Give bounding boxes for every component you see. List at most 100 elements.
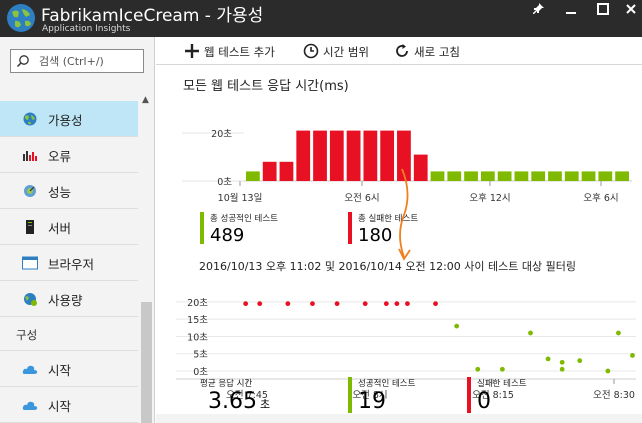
plus-icon bbox=[185, 44, 199, 58]
point-success bbox=[528, 330, 533, 336]
sidebar-item-label: 가용성 bbox=[48, 113, 83, 128]
refresh-icon bbox=[396, 44, 408, 57]
bar-success bbox=[430, 171, 445, 181]
bar-success bbox=[246, 171, 260, 181]
x-tick-label: 오후 12시 bbox=[469, 193, 510, 204]
x-tick-label: 오전 8:30 bbox=[593, 390, 635, 401]
point-success bbox=[454, 323, 460, 329]
bar-failure bbox=[262, 161, 277, 181]
bar-success bbox=[581, 171, 596, 181]
failed-indicator bbox=[467, 377, 471, 413]
sidebar-item-label: 서버 bbox=[48, 221, 72, 236]
browser-icon bbox=[22, 256, 38, 270]
search-box[interactable] bbox=[10, 49, 144, 73]
close-icon[interactable] bbox=[620, 2, 642, 24]
bar-success bbox=[497, 171, 512, 181]
point-success bbox=[616, 330, 621, 336]
sidebar-item-label: 브라우저 bbox=[48, 257, 95, 272]
bar-success bbox=[598, 171, 613, 181]
avg-response-value: 3.65 bbox=[208, 389, 257, 414]
failed-value: 0 bbox=[477, 389, 491, 414]
point-success bbox=[499, 366, 505, 372]
bar-success bbox=[514, 171, 529, 181]
y-tick-label: 10초 bbox=[187, 332, 208, 343]
point-success bbox=[545, 356, 551, 362]
bar-failure bbox=[346, 130, 361, 181]
usage-icon bbox=[24, 293, 37, 306]
nav-section-header: 구성 bbox=[0, 317, 138, 351]
window-title: FabrikamIceCream - 가용성 bbox=[41, 6, 264, 26]
passed-indicator bbox=[200, 212, 204, 244]
globe-icon bbox=[23, 112, 37, 126]
nav-scrollbar-thumb[interactable] bbox=[141, 302, 152, 423]
performance-icon bbox=[24, 185, 36, 197]
x-tick-label: 10월 13일 bbox=[218, 192, 263, 204]
y-tick-label: 15초 bbox=[187, 315, 208, 326]
passed-value: 19 bbox=[358, 389, 386, 414]
bar-success bbox=[464, 171, 478, 181]
bar-success bbox=[447, 171, 462, 181]
avg-response-value-wrapper: 3.65 초 bbox=[208, 389, 270, 414]
y-tick-label: 20초 bbox=[211, 129, 232, 140]
sidebar-item-label: 성능 bbox=[48, 185, 72, 200]
clock-icon bbox=[303, 43, 319, 59]
sidebar-item-failures[interactable]: 오류 bbox=[0, 137, 138, 173]
bar-failure bbox=[329, 130, 344, 181]
annotation-arrow bbox=[398, 168, 411, 261]
pin-icon[interactable] bbox=[527, 2, 549, 24]
time-range-button[interactable]: 시간 범위 bbox=[303, 43, 383, 61]
refresh-button[interactable]: 새로 고침 bbox=[394, 43, 474, 61]
passed-label: 성공적인 테스트 bbox=[358, 379, 416, 389]
window-subtitle: Application Insights bbox=[42, 24, 131, 34]
globe-icon bbox=[7, 4, 35, 32]
sidebar-item-label: 오류 bbox=[48, 149, 72, 164]
horizontal-scrollbar[interactable] bbox=[156, 414, 642, 423]
x-tick-label: 오후 6시 bbox=[583, 193, 618, 204]
point-success bbox=[577, 358, 583, 364]
bar-success bbox=[548, 171, 562, 181]
point-success bbox=[630, 353, 635, 358]
total-passed-value: 489 bbox=[210, 225, 245, 246]
point-success bbox=[559, 359, 565, 365]
y-tick-label: 20초 bbox=[187, 298, 208, 309]
point-failure bbox=[433, 301, 438, 307]
point-success bbox=[559, 366, 565, 372]
sidebar-item-performance[interactable]: 성능 bbox=[0, 173, 138, 209]
point-failure bbox=[405, 301, 410, 307]
add-web-test-label: 웹 테스트 추가 bbox=[204, 45, 275, 59]
minimize-icon[interactable] bbox=[560, 2, 582, 24]
toolbar: 웹 테스트 추가 시간 범위 새로 고침 bbox=[156, 37, 642, 65]
sidebar-item-getting-started[interactable]: 시작 bbox=[0, 351, 138, 387]
bar-success bbox=[564, 171, 579, 181]
failed-label: 실패한 테스트 bbox=[477, 379, 527, 389]
bar-success bbox=[480, 171, 495, 181]
maximize-icon[interactable] bbox=[592, 2, 614, 24]
point-success bbox=[605, 368, 611, 374]
point-failure bbox=[334, 301, 340, 307]
bar-success bbox=[615, 171, 629, 181]
left-navigation: 가용성 오류 성능 서 bbox=[0, 37, 155, 423]
sidebar-item-usage[interactable]: 사용량 bbox=[0, 281, 138, 317]
time-range-label: 시간 범위 bbox=[323, 45, 369, 59]
bar-success bbox=[531, 171, 546, 181]
passed-indicator bbox=[348, 377, 352, 413]
sidebar-item-label: 사용량 bbox=[48, 293, 83, 308]
scroll-up-arrow-icon[interactable]: ▲ bbox=[142, 95, 149, 105]
sidebar-item-browser[interactable]: 브라우저 bbox=[0, 245, 138, 281]
point-failure bbox=[394, 301, 400, 307]
nav-scrollbar[interactable]: ▲ bbox=[138, 93, 154, 423]
sidebar-item-servers[interactable]: 서버 bbox=[0, 209, 138, 245]
add-web-test-button[interactable]: 웹 테스트 추가 bbox=[184, 43, 288, 61]
y-tick-label: 0초 bbox=[217, 177, 232, 188]
cloud-icon bbox=[22, 401, 38, 410]
refresh-label: 새로 고침 bbox=[414, 45, 460, 59]
cloud-icon bbox=[22, 365, 38, 374]
bar-failure bbox=[313, 130, 327, 181]
search-icon bbox=[16, 55, 29, 68]
sidebar-item-getting-started-2[interactable]: 시작 bbox=[0, 387, 138, 423]
avg-response-unit: 초 bbox=[259, 398, 271, 411]
sidebar-item-label: 시작 bbox=[48, 399, 72, 414]
sidebar-item-label: 시작 bbox=[48, 363, 72, 378]
search-input[interactable] bbox=[39, 52, 139, 70]
sidebar-item-availability[interactable]: 가용성 bbox=[0, 101, 138, 137]
